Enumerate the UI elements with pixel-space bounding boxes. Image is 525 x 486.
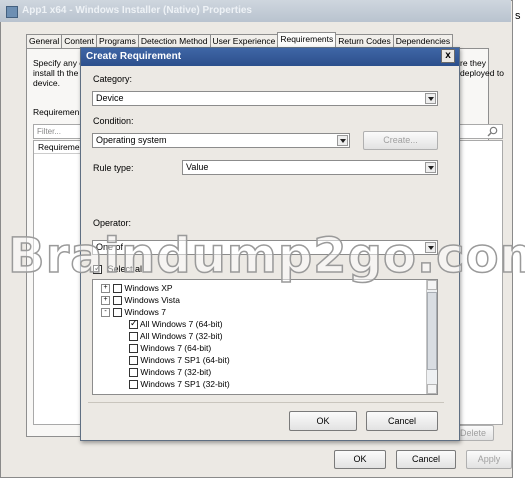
tree-checkbox[interactable] — [129, 368, 138, 378]
clipped-text: s — [515, 10, 521, 22]
scroll-thumb[interactable] — [427, 292, 437, 370]
filter-placeholder: Filter... — [37, 127, 62, 136]
tree-item-label: All Windows 7 (64-bit) — [139, 319, 223, 329]
tab-requirements[interactable]: Requirements — [277, 32, 337, 48]
operator-label: Operator: — [93, 218, 132, 228]
properties-title-bar[interactable]: App1 x64 - Windows Installer (Native) Pr… — [0, 0, 511, 22]
properties-ok-button[interactable]: OK — [334, 450, 386, 469]
tab-detection-method[interactable]: Detection Method — [137, 34, 211, 48]
os-tree[interactable]: + Windows XP + Windows Vista - Windows 7… — [92, 279, 438, 395]
condition-value: Operating system — [96, 135, 167, 145]
collapse-icon[interactable]: - — [101, 308, 110, 318]
tree-checkbox[interactable] — [129, 332, 138, 342]
tree-item-label: Windows 7 SP1 (32-bit) — [140, 379, 230, 389]
tree-item-label: Windows 7 — [124, 307, 166, 317]
chevron-down-icon[interactable] — [425, 93, 436, 104]
search-icon[interactable] — [487, 126, 498, 137]
close-icon[interactable]: x — [441, 49, 455, 63]
rule-type-label: Rule type: — [93, 163, 134, 173]
category-value: Device — [96, 93, 124, 103]
tree-item-windows-vista[interactable]: + Windows Vista — [101, 295, 180, 306]
dialog-divider — [88, 402, 444, 403]
tab-programs[interactable]: Programs — [96, 34, 139, 48]
tree-item-label: Windows 7 (64-bit) — [140, 343, 212, 353]
tree-checkbox[interactable] — [129, 318, 138, 330]
dialog-cancel-button[interactable]: Cancel — [366, 411, 438, 431]
tree-item-windows-7-64[interactable]: Windows 7 (64-bit) — [129, 343, 211, 354]
requirements-description-tail: re they deployed to — [460, 58, 504, 78]
tab-content[interactable]: Content — [61, 34, 98, 48]
category-label: Category: — [93, 74, 133, 84]
tree-item-windows-7-sp1-32[interactable]: Windows 7 SP1 (32-bit) — [129, 379, 230, 390]
chevron-down-icon[interactable] — [425, 162, 436, 173]
expand-icon[interactable]: + — [101, 284, 110, 294]
tab-return-codes[interactable]: Return Codes — [335, 34, 394, 48]
tree-item-windows-7-sp1-64[interactable]: Windows 7 SP1 (64-bit) — [129, 355, 230, 366]
dialog-ok-button[interactable]: OK — [289, 411, 357, 431]
tab-general[interactable]: General — [26, 34, 63, 48]
chevron-down-icon[interactable] — [337, 135, 348, 146]
scroll-down-icon[interactable] — [427, 384, 437, 394]
apply-button[interactable]: Apply — [466, 450, 512, 469]
tree-scrollbar[interactable] — [426, 280, 437, 394]
tree-item-label: Windows XP — [124, 283, 173, 293]
tree-item-windows-7[interactable]: - Windows 7 — [101, 307, 166, 318]
tab-dependencies[interactable]: Dependencies — [392, 34, 454, 48]
tree-item-all-windows-7-64[interactable]: All Windows 7 (64-bit) — [129, 318, 223, 330]
tree-checkbox[interactable] — [129, 380, 138, 390]
create-button[interactable]: Create... — [363, 131, 438, 150]
dialog-title: Create Requirement — [86, 51, 182, 62]
tab-user-experience[interactable]: User Experience — [209, 34, 279, 48]
tree-item-label: All Windows 7 (32-bit) — [139, 331, 223, 341]
tree-checkbox[interactable] — [129, 344, 138, 354]
tree-item-windows-7-32[interactable]: Windows 7 (32-bit) — [129, 367, 211, 378]
properties-cancel-button[interactable]: Cancel — [396, 450, 456, 469]
tree-checkbox[interactable] — [113, 284, 122, 294]
tree-item-label: Windows Vista — [124, 295, 180, 305]
tree-item-label: Windows 7 (32-bit) — [140, 367, 212, 377]
expand-icon[interactable]: + — [101, 296, 110, 306]
app-icon — [6, 6, 18, 18]
tree-checkbox[interactable] — [129, 356, 138, 366]
rule-type-value: Value — [186, 162, 209, 172]
tree-item-windows-xp[interactable]: + Windows XP — [101, 283, 173, 294]
condition-label: Condition: — [93, 116, 134, 126]
category-select[interactable]: Device — [92, 91, 438, 106]
dialog-title-bar[interactable]: Create Requirement — [81, 48, 459, 66]
condition-select[interactable]: Operating system — [92, 133, 350, 148]
watermark: Braindump2go.com — [7, 227, 525, 285]
tree-checkbox[interactable] — [113, 308, 122, 318]
rule-type-select[interactable]: Value — [182, 160, 438, 175]
tree-item-label: Windows 7 SP1 (64-bit) — [140, 355, 230, 365]
properties-title: App1 x64 - Windows Installer (Native) Pr… — [22, 5, 252, 16]
requirements-label: Requiremen — [33, 107, 80, 117]
tree-checkbox[interactable] — [113, 296, 122, 306]
tree-item-all-windows-7-32[interactable]: All Windows 7 (32-bit) — [129, 331, 223, 342]
